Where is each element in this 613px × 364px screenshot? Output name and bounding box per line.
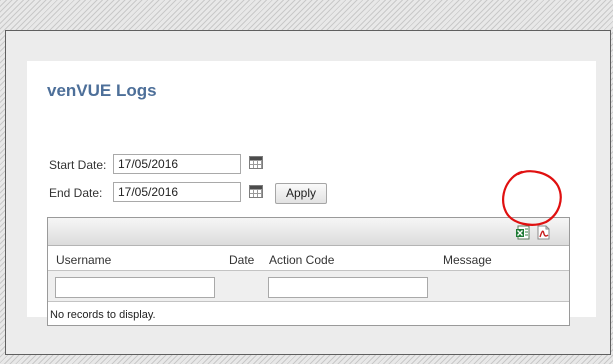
column-header-username[interactable]: Username	[56, 253, 111, 267]
start-date-input[interactable]: 17/05/2016	[113, 154, 241, 174]
end-date-input[interactable]: 17/05/2016	[113, 182, 241, 202]
column-header-message[interactable]: Message	[443, 253, 492, 267]
grid-toolbar	[48, 218, 569, 246]
column-header-date[interactable]: Date	[229, 253, 254, 267]
apply-button[interactable]: Apply	[275, 183, 327, 204]
page-title: venVUE Logs	[47, 81, 157, 100]
logs-grid: Username Date Action Code Message No rec…	[47, 217, 570, 326]
excel-export-icon[interactable]	[515, 225, 530, 240]
end-date-label: End Date:	[49, 186, 103, 200]
grid-header-row: Username Date Action Code Message	[48, 246, 569, 271]
action-code-filter-input[interactable]	[268, 277, 428, 298]
grid-filter-row	[48, 271, 569, 302]
start-date-label: Start Date:	[49, 158, 107, 172]
pdf-export-icon[interactable]	[536, 225, 551, 240]
column-header-action-code[interactable]: Action Code	[269, 253, 334, 267]
username-filter-input[interactable]	[55, 277, 215, 298]
calendar-icon[interactable]	[249, 185, 263, 198]
app-frame: venVUE Logs Start Date: 17/05/2016 End D…	[5, 30, 611, 355]
no-records-message: No records to display.	[50, 309, 156, 321]
calendar-icon[interactable]	[249, 156, 263, 169]
logs-panel: venVUE Logs Start Date: 17/05/2016 End D…	[27, 61, 596, 326]
